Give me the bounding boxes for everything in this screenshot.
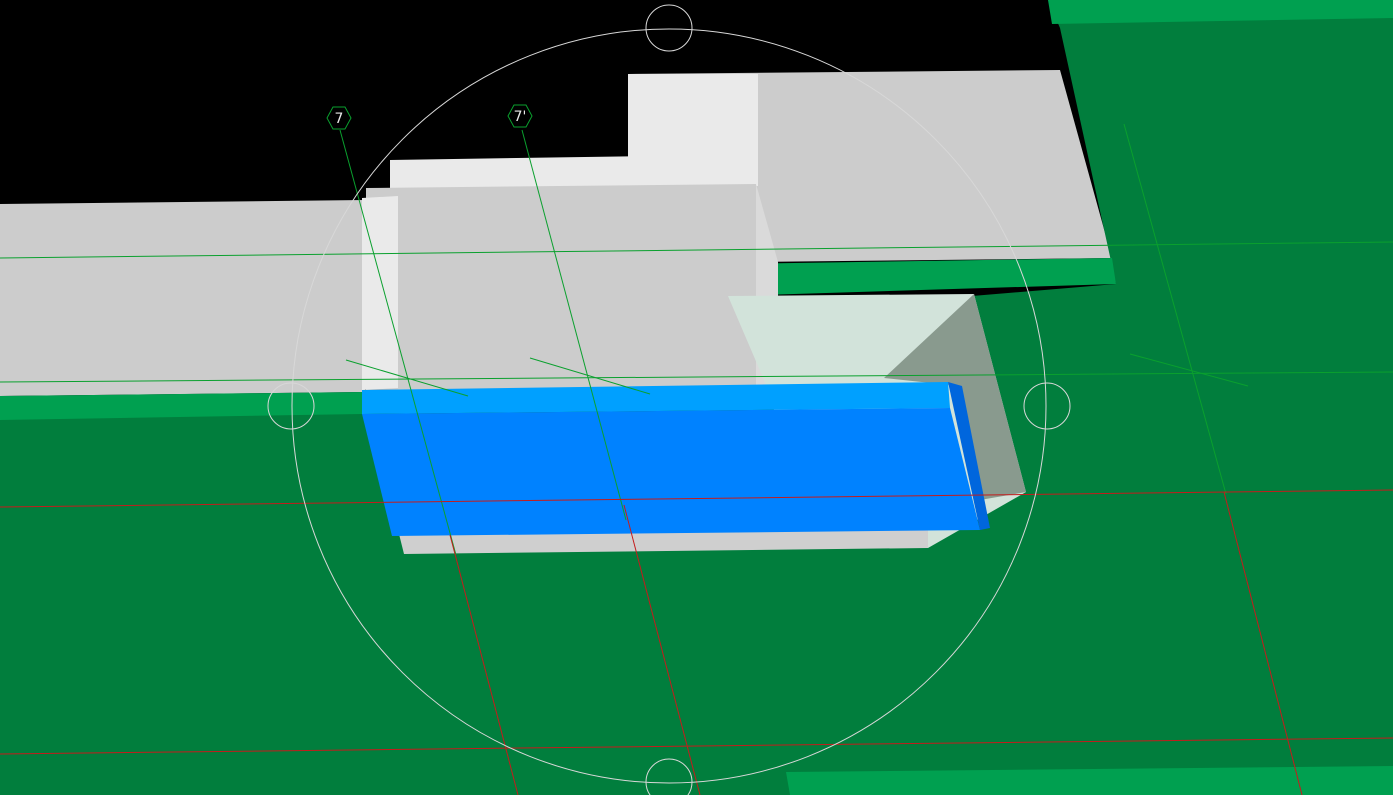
- grid-marker-label: 7': [514, 109, 527, 125]
- left-wall-face[interactable]: [0, 200, 365, 396]
- central-box-front-face[interactable]: [366, 184, 756, 390]
- 3d-model-viewport[interactable]: 7 7': [0, 0, 1393, 795]
- grid-marker-label: 7: [335, 111, 344, 127]
- back-wall-step: [390, 156, 650, 190]
- selected-beam-front[interactable]: [362, 408, 980, 536]
- scene-canvas[interactable]: 7 7': [0, 0, 1393, 795]
- central-box-left-face: [362, 196, 398, 390]
